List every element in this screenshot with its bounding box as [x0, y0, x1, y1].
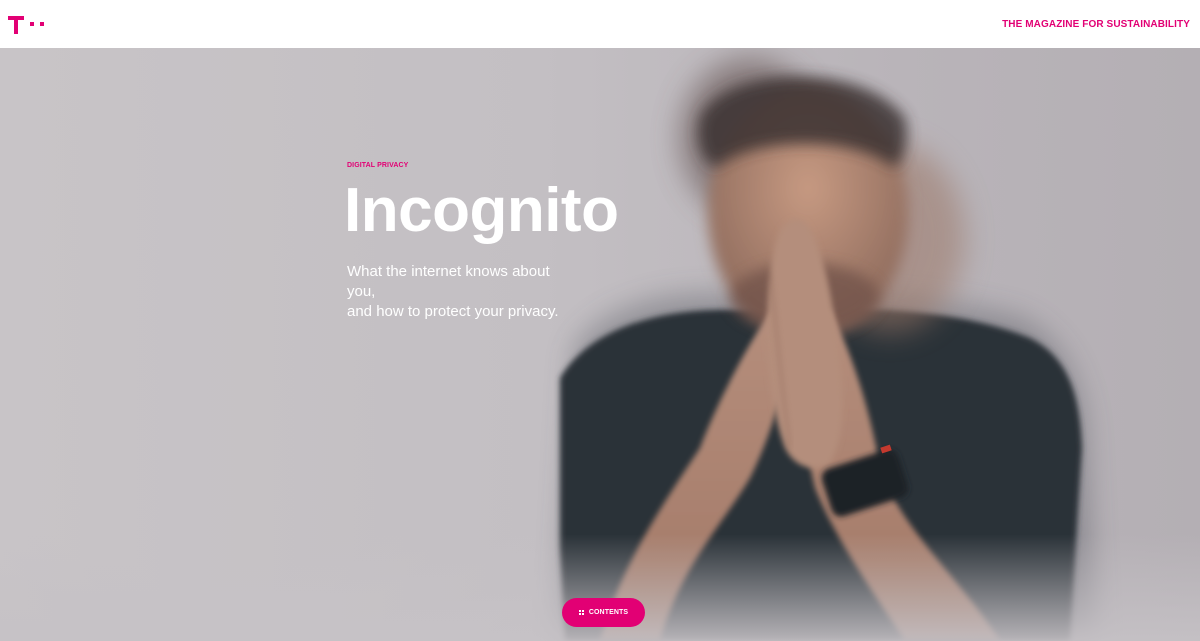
magazine-link[interactable]: THE MAGAZINE FOR SUSTAINABILITY: [1002, 19, 1190, 30]
telekom-logo[interactable]: [8, 0, 44, 48]
telekom-t-icon: [8, 13, 24, 35]
grid-icon: [578, 610, 584, 615]
article-kicker: DIGITAL PRIVACY: [347, 162, 409, 169]
contents-button[interactable]: CONTENTS: [562, 598, 645, 627]
article-title: Incognito: [344, 176, 619, 245]
subtitle-line: you,: [347, 283, 376, 300]
subtitle-line: What the internet knows about: [347, 263, 550, 280]
contents-button-label: CONTENTS: [588, 609, 629, 616]
hero-photo: [0, 48, 1200, 641]
logo-dot-icon: [30, 22, 34, 26]
subtitle-line: and how to protect your privacy.: [347, 303, 559, 320]
logo-dot-icon: [40, 22, 44, 26]
site-header: THE MAGAZINE FOR SUSTAINABILITY: [0, 0, 1200, 48]
hero-section: DIGITAL PRIVACY Incognito What the inter…: [0, 48, 1200, 641]
article-subtitle: What the internet knows about you, and h…: [347, 262, 577, 322]
